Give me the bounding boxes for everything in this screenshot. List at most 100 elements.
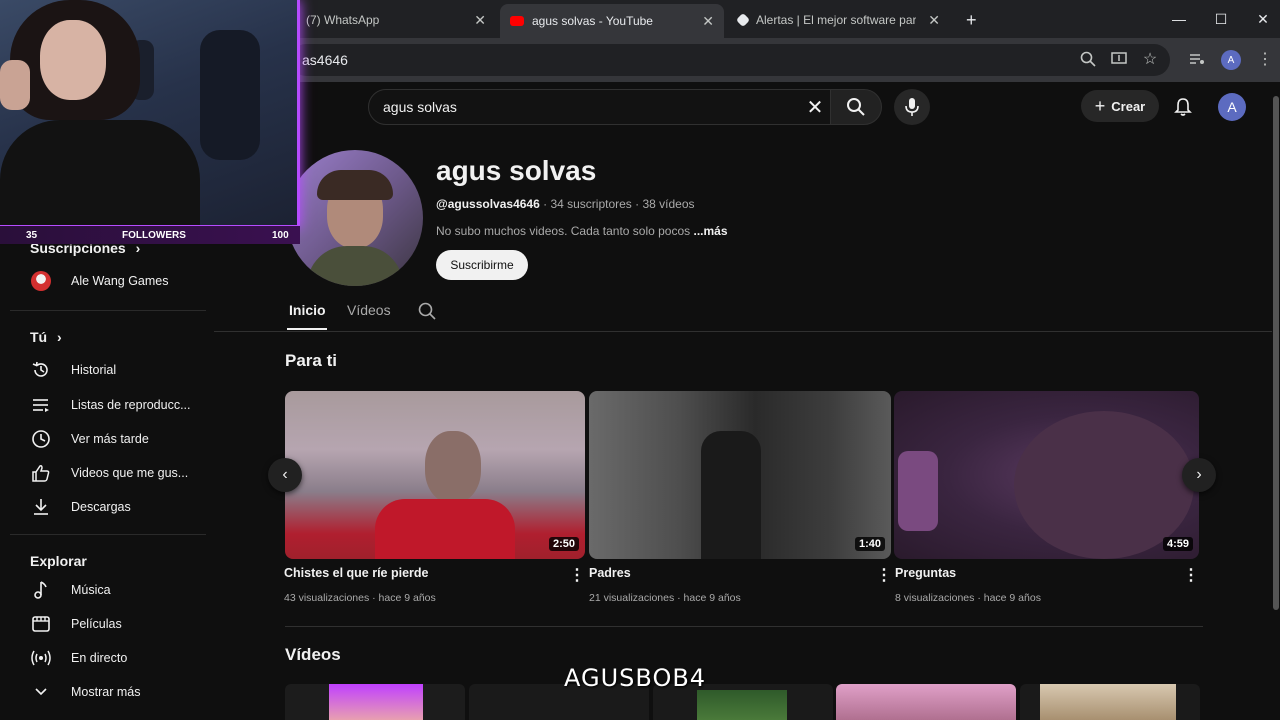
music-icon <box>30 579 52 601</box>
video-count: · 38 vídeos <box>635 197 695 211</box>
video-thumbnail[interactable] <box>285 684 465 720</box>
thumb-image <box>1040 684 1176 720</box>
video-thumbnail[interactable] <box>1020 684 1200 720</box>
scrollbar-thumb[interactable] <box>1273 96 1279 610</box>
sidebar-item-music[interactable]: Música <box>30 575 200 605</box>
tab-alertas[interactable]: Alertas | El mejor software para ✕ <box>728 6 950 34</box>
search-icon <box>847 98 865 116</box>
tab-title: agus solvas - YouTube <box>532 14 653 28</box>
video-title[interactable]: Chistes el que ríe pierde <box>284 566 429 580</box>
upload-age: · hace 9 años <box>372 592 436 604</box>
site-favicon-icon <box>735 12 751 28</box>
channel-search-icon[interactable] <box>418 302 436 323</box>
more-options-icon[interactable]: ⋮ <box>876 565 892 585</box>
upload-age: · hace 9 años <box>677 592 741 604</box>
video-meta: 8 visualizaciones · hace 9 años <box>895 592 1041 604</box>
avatar-shirt <box>307 246 403 286</box>
close-tab-icon[interactable]: ✕ <box>474 12 486 29</box>
browser-menu-icon[interactable]: ⋮ <box>1254 48 1276 70</box>
channel-description[interactable]: No subo muchos videos. Cada tanto solo p… <box>436 224 728 238</box>
search-input[interactable]: agus solvas <box>368 89 838 125</box>
video-title[interactable]: Preguntas <box>895 566 956 580</box>
tab-youtube[interactable]: agus solvas - YouTube ✕ <box>500 4 724 38</box>
duration-badge: 2:50 <box>548 537 579 551</box>
sidebar-item-liked-videos[interactable]: Videos que me gus... <box>30 458 200 488</box>
account-avatar[interactable]: A <box>1218 93 1246 121</box>
webcam-hand <box>0 60 30 110</box>
channel-avatar-icon <box>30 270 52 292</box>
tabs-divider <box>214 331 1280 332</box>
divider <box>10 310 206 311</box>
video-thumbnail[interactable] <box>836 684 1016 720</box>
more-options-icon[interactable]: ⋮ <box>1183 565 1199 585</box>
sidebar-item-playlists[interactable]: Listas de reproducc... <box>30 390 200 420</box>
sidebar-item-show-more[interactable]: Mostrar más <box>30 677 200 707</box>
media-control-icon[interactable] <box>1186 48 1208 70</box>
thumb-image <box>697 690 787 720</box>
followers-current: 35 <box>26 229 38 241</box>
minimize-icon[interactable]: — <box>1156 0 1202 38</box>
sidebar-item-watch-later[interactable]: Ver más tarde <box>30 424 200 454</box>
sidebar-item-label: Ale Wang Games <box>71 274 169 288</box>
tab-home[interactable]: Inicio <box>289 302 326 318</box>
carousel-prev-button[interactable]: ‹ <box>268 458 302 492</box>
search-query: agus solvas <box>383 99 457 115</box>
search-button[interactable] <box>830 89 882 125</box>
tab-title: Alertas | El mejor software para <box>756 13 916 27</box>
new-tab-button[interactable]: + <box>956 6 980 34</box>
clock-icon <box>30 428 52 450</box>
browser-profile-avatar[interactable]: A <box>1221 50 1241 70</box>
clear-search-icon[interactable]: ✕ <box>802 94 828 120</box>
tab-videos[interactable]: Vídeos <box>347 302 391 318</box>
video-meta: 43 visualizaciones · hace 9 años <box>284 592 436 604</box>
you-heading[interactable]: Tú › <box>30 329 62 345</box>
tab-whatsapp[interactable]: (7) WhatsApp ✕ <box>296 6 496 34</box>
view-count: 43 visualizaciones <box>284 592 370 604</box>
close-tab-icon[interactable]: ✕ <box>702 13 714 30</box>
channel-avatar[interactable] <box>287 150 423 286</box>
voice-search-button[interactable] <box>894 89 930 125</box>
close-window-icon[interactable]: ✕ <box>1240 0 1280 38</box>
divider <box>10 534 206 535</box>
zoom-icon[interactable] <box>1077 48 1099 70</box>
playlist-icon <box>30 394 52 416</box>
url-field[interactable]: as4646 <box>290 44 1170 76</box>
sidebar-item-label: Mostrar más <box>71 685 141 699</box>
thumbs-up-icon <box>30 462 52 484</box>
channel-handle: @agussolvas4646 <box>436 197 540 211</box>
sidebar-item-ale-wang-games[interactable]: Ale Wang Games <box>30 266 200 296</box>
more-options-icon[interactable]: ⋮ <box>569 565 585 585</box>
thumb-image <box>329 684 423 720</box>
explore-heading: Explorar <box>30 553 87 569</box>
thumb-figure <box>701 431 761 559</box>
upload-age: · hace 9 años <box>977 592 1041 604</box>
video-thumbnail[interactable]: 4:59 <box>894 391 1199 559</box>
webcam-background-object <box>200 30 260 160</box>
subscribe-button[interactable]: Suscribirme <box>436 250 528 280</box>
chevron-right-icon: › <box>57 329 62 345</box>
sidebar-item-downloads[interactable]: Descargas <box>30 492 200 522</box>
history-icon <box>30 359 52 381</box>
carousel-next-button[interactable]: › <box>1182 458 1216 492</box>
avatar-hair <box>317 170 393 200</box>
thumb-shirt <box>375 499 515 559</box>
tab-title: (7) WhatsApp <box>306 13 380 27</box>
sidebar-item-live[interactable]: En directo <box>30 643 200 673</box>
url-text: as4646 <box>302 52 348 68</box>
sidebar-item-label: En directo <box>71 651 128 665</box>
stream-watermark: AGUSBOB4 <box>564 664 707 692</box>
video-title[interactable]: Padres <box>589 566 631 580</box>
install-app-icon[interactable] <box>1108 48 1130 70</box>
video-thumbnail[interactable]: 1:40 <box>589 391 891 559</box>
followers-goal-bar: 35 FOLLOWERS 100 <box>0 226 300 244</box>
close-tab-icon[interactable]: ✕ <box>928 12 940 29</box>
more-link[interactable]: ...más <box>694 224 728 238</box>
bookmark-star-icon[interactable]: ☆ <box>1139 48 1161 70</box>
video-thumbnail[interactable]: 2:50 <box>285 391 585 559</box>
maximize-icon[interactable]: ☐ <box>1198 0 1244 38</box>
create-button[interactable]: + Crear <box>1081 90 1159 122</box>
sidebar-item-movies[interactable]: Películas <box>30 609 200 639</box>
notifications-button[interactable] <box>1170 94 1196 120</box>
sidebar-item-history[interactable]: Historial <box>30 355 200 385</box>
subscriber-count: · 34 suscriptores <box>543 197 632 211</box>
